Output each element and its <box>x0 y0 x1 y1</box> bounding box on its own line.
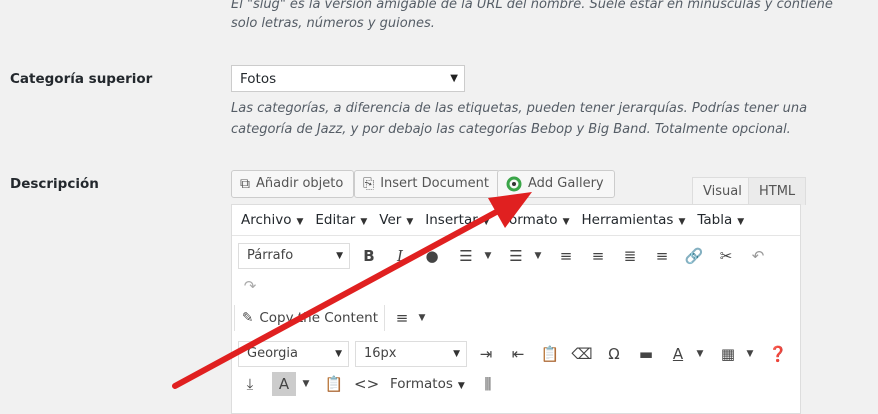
tab-visual[interactable]: Visual <box>692 177 753 205</box>
add-media-icon: ⧉ <box>240 176 250 192</box>
copy-icon: ✎ <box>242 310 254 326</box>
menu-insertar[interactable]: Insertar ▼ <box>425 212 489 228</box>
document-icon: ⎘ <box>363 176 375 192</box>
text-color-dropdown-icon[interactable]: ▼ <box>688 342 712 366</box>
link-icon[interactable]: 🔗 <box>682 244 706 268</box>
outdent-icon[interactable]: ⇤ <box>506 342 530 366</box>
editor-menubar: Archivo ▼ Editar ▼ Ver ▼ Insertar ▼ Formato ▼… <box>232 205 800 236</box>
background-color-icon[interactable]: A <box>272 372 296 396</box>
description-label: Descripción <box>10 176 99 192</box>
insert-document-label: Insert Document <box>380 176 489 191</box>
bullet-list-dropdown-icon[interactable]: ▼ <box>476 244 500 268</box>
copy-content-button[interactable]: ✎ Copy the Content <box>242 305 378 331</box>
toolbar-row-5: ⤓ A ▼ 📋 <> Formatos ▼ ⫼ <box>232 369 800 399</box>
help-icon[interactable]: ❓ <box>766 342 790 366</box>
bullet-list-icon[interactable]: ☰ <box>454 244 478 268</box>
toolbar-row-1: Párrafo ▼ B I ● ☰ ▼ ☰ ▼ ≡ ≡ ≣ ≡ 🔗 ✂ ↶ <box>232 241 800 271</box>
menu-ver[interactable]: Ver ▼ <box>379 212 413 228</box>
columns-icon[interactable]: ⫼ <box>476 372 500 396</box>
parent-help-line-2: categoría de Jazz, y por debajo las cate… <box>231 122 791 137</box>
horizontal-line-icon[interactable]: ▬ <box>634 342 658 366</box>
align-center-icon[interactable]: ≡ <box>586 244 610 268</box>
code-icon[interactable]: <> <box>354 372 379 396</box>
toolbar-row-3: ✎ Copy the Content ≡ ▼ <box>232 303 800 333</box>
parent-category-label: Categoría superior <box>10 71 153 87</box>
numbered-list-icon[interactable]: ☰ <box>504 244 528 268</box>
formats-dropdown[interactable]: Formatos ▼ <box>390 372 465 396</box>
align-justify-icon[interactable]: ≣ <box>618 244 642 268</box>
editor: Archivo ▼ Editar ▼ Ver ▼ Insertar ▼ Formato ▼… <box>231 204 801 414</box>
insert-icon[interactable]: ⤓ <box>238 372 262 396</box>
italic-icon[interactable]: I <box>388 244 412 268</box>
toolbar-row-2: ↷ <box>232 271 800 301</box>
menu-formato[interactable]: Formato ▼ <box>502 212 570 228</box>
toolbar-separator <box>384 305 385 331</box>
toolbar-separator <box>234 305 235 331</box>
menu-tabla[interactable]: Tabla ▼ <box>697 212 744 228</box>
special-character-icon[interactable]: Ω <box>602 342 626 366</box>
undo-icon[interactable]: ↶ <box>746 244 770 268</box>
clear-formatting-icon[interactable]: ⌫ <box>570 342 594 366</box>
menu-herramientas[interactable]: Herramientas ▼ <box>581 212 685 228</box>
indent-icon[interactable]: ⇥ <box>474 342 498 366</box>
align-right-icon[interactable]: ≡ <box>650 244 674 268</box>
paste-icon[interactable]: 📋 <box>322 372 346 396</box>
tab-html[interactable]: HTML <box>748 177 807 205</box>
add-media-button[interactable]: ⧉ Añadir objeto <box>231 170 355 198</box>
paste-text-icon[interactable]: 📋 <box>538 342 562 366</box>
add-gallery-button[interactable]: Add Gallery <box>497 170 615 198</box>
numbered-list-dropdown-icon[interactable]: ▼ <box>526 244 550 268</box>
table-icon[interactable]: ▦ <box>716 342 740 366</box>
font-family-select[interactable]: Georgia ▼ <box>238 341 349 367</box>
font-size-select[interactable]: 16px ▼ <box>355 341 467 367</box>
unlink-icon[interactable]: ✂ <box>714 244 738 268</box>
text-color-icon[interactable]: A <box>666 342 690 366</box>
slug-help-line-2: solo letras, números y guiones. <box>231 16 435 31</box>
select-arrow-icon: ▼ <box>450 73 458 84</box>
parent-category-value: Fotos <box>240 71 277 87</box>
bold-icon[interactable]: B <box>357 244 381 268</box>
redo-icon[interactable]: ↷ <box>238 274 262 298</box>
paragraph-format-select[interactable]: Párrafo ▼ <box>238 243 350 269</box>
add-media-label: Añadir objeto <box>256 176 344 191</box>
align-left-icon[interactable]: ≡ <box>554 244 578 268</box>
add-gallery-label: Add Gallery <box>528 176 604 191</box>
toolbar-row-4: Georgia ▼ 16px ▼ ⇥ ⇤ 📋 ⌫ Ω ▬ A ▼ ▦ ▼ ❓ <box>232 339 800 369</box>
strikethrough-icon[interactable]: ● <box>420 244 444 268</box>
table-dropdown-icon[interactable]: ▼ <box>738 342 762 366</box>
insert-document-button[interactable]: ⎘ Insert Document <box>354 170 500 198</box>
menu-editar[interactable]: Editar ▼ <box>315 212 367 228</box>
menu-archivo[interactable]: Archivo ▼ <box>241 212 303 228</box>
paragraph-align-dropdown-icon[interactable]: ▼ <box>410 306 434 330</box>
background-color-dropdown-icon[interactable]: ▼ <box>294 372 318 396</box>
parent-category-select[interactable]: Fotos ▼ <box>231 65 465 92</box>
gallery-icon <box>506 176 522 192</box>
parent-help-line-1: Las categorías, a diferencia de las etiq… <box>231 101 808 116</box>
